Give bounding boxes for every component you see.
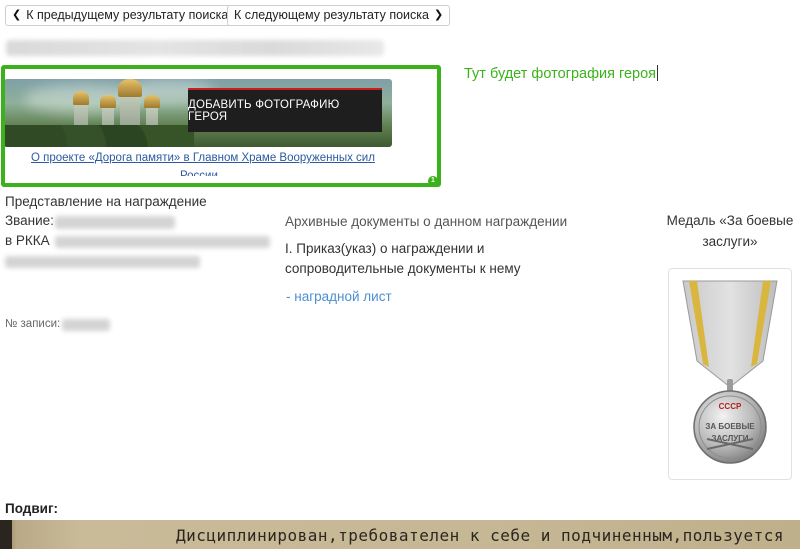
svg-text:СССР: СССР (719, 402, 742, 411)
medal-icon: СССР ЗА БОЕВЫЕ ЗАСЛУГИ (682, 280, 778, 464)
text-cursor (657, 65, 658, 81)
hero-name-redacted (6, 40, 384, 56)
chevron-right-icon: ❯ (433, 9, 444, 21)
prev-result-button[interactable]: ❮ К предыдущему результату поиска (5, 5, 236, 26)
rkka-label: в РККА (5, 233, 50, 248)
archive-subheading: I. Приказ(указ) о награждении и сопровод… (285, 241, 521, 276)
rkka-value-redacted (55, 236, 270, 248)
rkka-value-redacted-2 (5, 256, 200, 268)
prev-result-label: К предыдущему результату поиска (26, 8, 229, 22)
record-no-label: № записи: (5, 318, 61, 330)
rank-label: Звание: (5, 213, 54, 228)
section-title: Представление на награждение (5, 194, 207, 209)
archive-heading: Архивные документы о данном награждении (285, 214, 568, 229)
annotation-note: Тут будет фотография героя (464, 65, 658, 82)
next-result-button[interactable]: К следующему результату поиска ❯ (227, 5, 451, 26)
next-result-label: К следующему результату поиска (234, 8, 429, 22)
medal-title: Медаль «За боевые заслуги» (666, 213, 794, 249)
feat-label: Подвиг: (5, 501, 59, 516)
svg-text:ЗА БОЕВЫЕ: ЗА БОЕВЫЕ (705, 422, 755, 431)
medal-image[interactable]: СССР ЗА БОЕВЫЕ ЗАСЛУГИ (668, 268, 792, 480)
resize-handle-icon: 1 (428, 176, 438, 186)
chevron-left-icon: ❮ (12, 9, 22, 21)
rank-value-redacted (55, 216, 175, 229)
award-sheet-link[interactable]: - наградной лист (286, 289, 392, 304)
record-no-redacted (62, 319, 110, 331)
feat-text: Дисциплинирован,требователен к себе и по… (176, 526, 784, 545)
highlight-frame (1, 65, 441, 187)
feat-document-scan: Дисциплинирован,требователен к себе и по… (0, 520, 800, 549)
